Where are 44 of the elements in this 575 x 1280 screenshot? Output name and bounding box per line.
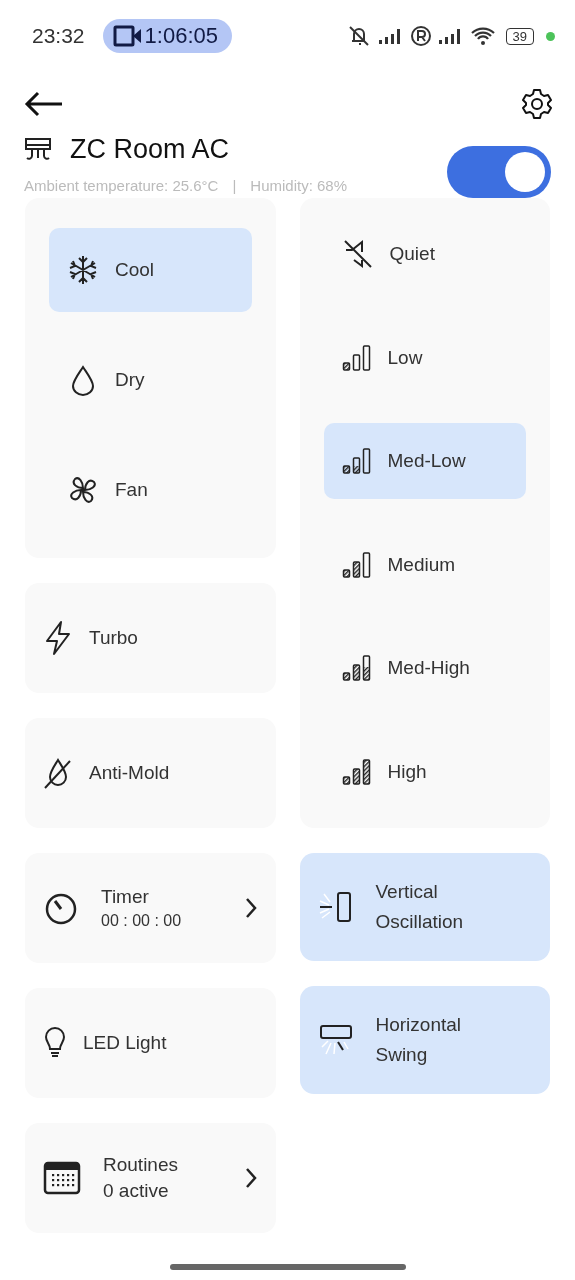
feature-tile[interactable]: Anti-Mold <box>25 718 276 828</box>
feature-tile[interactable]: Turbo <box>25 583 276 693</box>
roaming-icon <box>409 25 432 47</box>
calendar-icon <box>43 1161 81 1195</box>
fan-speed-option[interactable]: Low <box>323 319 526 396</box>
fan-speed-option[interactable]: High <box>323 733 526 810</box>
device-title: ZC Room AC <box>70 134 230 165</box>
separator: | <box>232 177 237 194</box>
recording-indicator: 1:06:05 <box>102 19 232 53</box>
fan-level-icon <box>341 654 372 683</box>
fan-level-icon <box>341 757 372 786</box>
feature-tile[interactable]: Vertical Oscillation <box>299 853 550 961</box>
air-conditioner-icon <box>24 136 52 163</box>
feature-tile[interactable]: Horizontal Swing <box>299 986 550 1094</box>
video-camera-icon <box>112 25 143 47</box>
chevron-right-icon <box>243 1167 258 1189</box>
mode-option[interactable]: Fan <box>49 448 252 532</box>
power-switch[interactable] <box>447 146 551 198</box>
fan-level-icon <box>341 447 372 476</box>
fan-level-icon <box>341 343 372 372</box>
link-tile[interactable]: Timer 00 : 00 : 00 <box>25 853 276 963</box>
fan-speed-option[interactable]: Quiet <box>323 216 526 292</box>
feature-tile[interactable]: LED Light <box>25 988 276 1098</box>
settings-icon[interactable] <box>521 88 553 120</box>
ambient-temperature: Ambient temperature: 25.6°C <box>24 177 219 194</box>
chevron-right-icon <box>243 897 258 919</box>
fan-level-icon <box>341 550 372 579</box>
battery-indicator: 39 <box>505 27 534 45</box>
mode-option[interactable]: Dry <box>49 338 252 422</box>
mode-option[interactable]: Cool <box>49 228 252 312</box>
lightning-icon <box>43 620 73 656</box>
back-arrow-icon[interactable] <box>24 91 64 117</box>
light-bulb-icon <box>43 1027 67 1059</box>
link-tile[interactable]: Routines 0 active <box>25 1123 276 1233</box>
snowflake-icon <box>67 254 99 286</box>
fan-speed-option[interactable]: Medium <box>323 526 526 603</box>
humidity: Humidity: 68% <box>250 177 348 194</box>
status-time: 23:32 <box>32 24 85 48</box>
wifi-icon <box>469 25 496 47</box>
fan-speed-option[interactable]: Med-High <box>323 630 526 707</box>
fan-icon <box>67 474 99 506</box>
fan-speed-option[interactable]: Med-Low <box>323 423 526 500</box>
crossed-droplet-icon <box>43 756 73 790</box>
status-dot <box>546 31 555 41</box>
